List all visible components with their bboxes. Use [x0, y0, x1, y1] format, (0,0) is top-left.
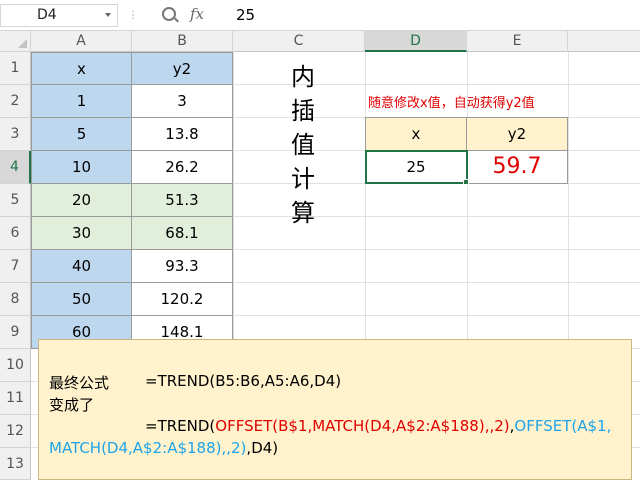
table-cell[interactable]: 3 [132, 85, 233, 118]
row-header-12[interactable]: 12 [0, 415, 31, 448]
more-dots-icon: ⋮ [128, 10, 139, 21]
formula-offset-b: OFFSET(B$1,MATCH(D4,A$2:A$188),,2) [215, 417, 510, 435]
calc-header-x[interactable]: x [365, 117, 467, 151]
chevron-down-icon[interactable] [105, 13, 111, 17]
formula-bar: D4 ⋮ fx 25 [0, 0, 640, 31]
title-char: 算 [291, 199, 315, 227]
row-header-8[interactable]: 8 [0, 283, 31, 316]
fx-icon[interactable]: fx [190, 5, 204, 23]
row-header-6[interactable]: 6 [0, 217, 31, 250]
table-cell[interactable]: 20 [31, 184, 132, 217]
hint-text: 随意修改x值，自动获得y2值 [368, 96, 535, 111]
zoom-icon[interactable] [162, 7, 176, 21]
table-cell[interactable]: 68.1 [132, 217, 233, 250]
column-header-a[interactable]: A [31, 31, 132, 52]
name-box[interactable]: D4 [0, 4, 118, 27]
table-cell[interactable]: 1 [31, 85, 132, 118]
row-header-11[interactable]: 11 [0, 382, 31, 415]
row-header-13[interactable]: 13 [0, 448, 31, 480]
note-label-line1: 最终公式 [49, 374, 110, 392]
formula-part: =TREND( [145, 417, 216, 435]
title-char: 内 [291, 63, 315, 91]
table-cell[interactable]: 26.2 [132, 151, 233, 184]
table-header-cell[interactable]: x [31, 52, 132, 85]
fill-handle[interactable] [463, 179, 469, 185]
formula-offset-a-start: OFFSET(A$1, [514, 417, 612, 435]
table-cell[interactable]: 120.2 [132, 283, 233, 316]
table-cell[interactable]: 30 [31, 217, 132, 250]
formula-offset-a-end: MATCH(D4,A$2:A$188),,2) [49, 439, 247, 457]
note-formula-original: =TREND(B5:B6,A5:A6,D4) [145, 372, 342, 390]
table-header-cell[interactable]: y2 [132, 52, 233, 85]
name-box-value: D4 [37, 7, 57, 23]
formula-input[interactable]: 25 [236, 6, 255, 24]
column-header-b[interactable]: B [132, 31, 233, 52]
vertical-title: 内 插 值 计 算 [288, 60, 318, 230]
note-formula-final-line1: =TREND(OFFSET(B$1,MATCH(D4,A$2:A$188),,2… [145, 417, 611, 435]
table-cell[interactable]: 51.3 [132, 184, 233, 217]
note-formula-final-line2: MATCH(D4,A$2:A$188),,2),D4) [49, 439, 278, 457]
row-header-9[interactable]: 9 [0, 316, 31, 349]
column-header-c[interactable]: C [233, 31, 365, 52]
table-cell[interactable]: 40 [31, 250, 132, 283]
row-header-3[interactable]: 3 [0, 118, 31, 151]
calc-y2-result[interactable]: 59.7 [467, 151, 568, 184]
row-header-10[interactable]: 10 [0, 349, 31, 382]
column-header-f[interactable] [568, 31, 640, 52]
title-char: 值 [291, 131, 315, 159]
select-all-button[interactable] [0, 31, 31, 52]
table-cell[interactable]: 5 [31, 118, 132, 151]
formula-part: ,D4) [246, 439, 279, 457]
row-header-1[interactable]: 1 [0, 52, 31, 85]
calc-header-y2[interactable]: y2 [467, 117, 568, 151]
row-header-7[interactable]: 7 [0, 250, 31, 283]
table-cell[interactable]: 10 [31, 151, 132, 184]
row-header-2[interactable]: 2 [0, 85, 31, 118]
active-cell-border [365, 150, 468, 184]
title-char: 计 [291, 165, 315, 193]
table-cell[interactable]: 93.3 [132, 250, 233, 283]
formula-note: 最终公式 变成了 =TREND(B5:B6,A5:A6,D4) =TREND(O… [38, 339, 632, 480]
title-char: 插 [291, 97, 315, 125]
column-header-d[interactable]: D [365, 31, 467, 52]
note-label-line2: 变成了 [49, 396, 95, 414]
table-cell[interactable]: 13.8 [132, 118, 233, 151]
row-header-4[interactable]: 4 [0, 151, 31, 184]
table-cell[interactable]: 50 [31, 283, 132, 316]
row-header-5[interactable]: 5 [0, 184, 31, 217]
column-header-e[interactable]: E [467, 31, 568, 52]
